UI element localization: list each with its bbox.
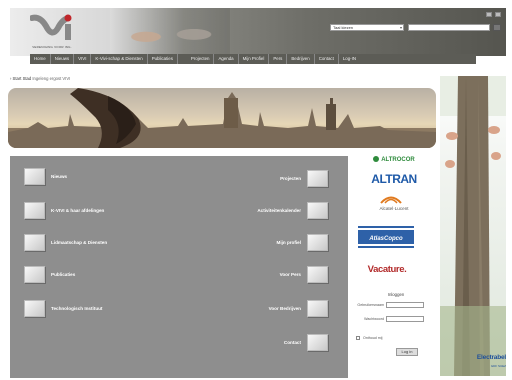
tile-label: Publicaties <box>51 272 76 277</box>
tile-icon <box>307 266 328 283</box>
sponsor-vacature[interactable]: Vacature. <box>354 264 420 275</box>
nav-bedrijven[interactable]: Bedrijven <box>287 54 315 64</box>
tile-nieuws[interactable]: Nieuws <box>24 168 67 185</box>
tile-technologisch-instituut[interactable]: Technologisch Instituut <box>24 300 102 317</box>
tile-kvivi-afdelingen[interactable]: K-VIVI & haar afdelingen <box>24 202 104 219</box>
nav-publicaties[interactable]: Publicaties <box>148 54 178 64</box>
city-skyline-illustration <box>8 88 436 148</box>
breadcrumb: › Start Stad Ingeleng ergost VIVI <box>10 76 70 81</box>
remember-label: Onthoud mij <box>363 336 383 340</box>
skyscraper-ad[interactable] <box>440 76 506 376</box>
tile-label: Technologisch Instituut <box>51 306 103 311</box>
tile-icon <box>24 202 45 219</box>
password-field[interactable] <box>386 316 424 322</box>
altrocor-logo-icon <box>373 156 380 163</box>
tile-lidmaatschap[interactable]: Lidmaatschap & Diensten <box>24 234 107 251</box>
password-row: Wachtwoord <box>352 316 438 322</box>
username-row: Gebruikersnaam <box>352 302 438 308</box>
tile-label: Lidmaatschap & Diensten <box>51 240 108 245</box>
breadcrumb-current: Ingeleng ergost VIVI <box>32 76 71 81</box>
sponsor-alcatel[interactable]: Alcatel·Lucent <box>356 206 432 211</box>
tile-label: Voor Pers <box>279 272 301 277</box>
login-title: Inloggen <box>387 292 405 297</box>
nav-login[interactable]: Log-IN <box>339 54 360 64</box>
tile-icon <box>307 202 328 219</box>
sponsor-altrocor[interactable]: ALTROCOR <box>356 154 432 166</box>
print-icon[interactable] <box>495 12 501 17</box>
nav-nieuws[interactable]: Nieuws <box>51 54 75 64</box>
logo-caption: VERENIGING VOOR ING. <box>32 45 72 49</box>
language-select-value: Taal kiezen <box>333 25 354 30</box>
remember-me[interactable]: Onthoud mij <box>356 336 382 340</box>
username-label: Gebruikersnaam <box>357 303 384 307</box>
tile-icon <box>307 170 328 187</box>
nav-contact[interactable]: Contact <box>315 54 339 64</box>
search-button[interactable] <box>493 24 501 31</box>
nav-home[interactable]: Home <box>30 54 51 64</box>
tile-label: Mijn profiel <box>276 240 302 245</box>
nav-mijn-profiel[interactable]: Mijn Profiel <box>239 54 270 64</box>
alcatel-logo-icon <box>380 196 402 204</box>
tile-icon <box>307 334 328 351</box>
remember-checkbox[interactable] <box>356 336 360 340</box>
tile-contact[interactable]: Contact <box>284 334 328 351</box>
hero-banner <box>8 88 436 148</box>
sponsor-column: ALTROCOR ALTRAN Alcatel·Lucent AtlasCopc… <box>350 150 438 380</box>
nav-pers[interactable]: Pers <box>269 54 288 64</box>
login-button[interactable]: Log in <box>396 348 418 356</box>
tile-icon <box>24 168 45 185</box>
tile-icon <box>24 234 45 251</box>
tile-icon <box>24 266 45 283</box>
language-select[interactable]: Taal kiezen ▾ <box>330 24 404 31</box>
chevron-down-icon: ▾ <box>399 25 402 30</box>
tile-icon <box>307 300 328 317</box>
tile-icon <box>24 300 45 317</box>
sponsor-name: ALTROCOR <box>381 157 415 163</box>
nav-vivi[interactable]: VIVI <box>74 54 92 64</box>
portal-menu-panel: Nieuws K-VIVI & haar afdelingen Lidmaats… <box>10 156 348 378</box>
sitemap-icon[interactable] <box>486 12 492 17</box>
nav-agenda[interactable]: Agenda <box>214 54 239 64</box>
sponsor-altran[interactable]: ALTRAN <box>356 172 432 186</box>
tile-label: K-VIVI & haar afdelingen <box>51 208 105 213</box>
tile-label: Voor Bedrijven <box>268 306 301 311</box>
breadcrumb-home[interactable]: › Start Stad <box>10 76 31 81</box>
electrabel-tagline: GDF SUEZ <box>490 364 506 368</box>
tile-label: Projecten <box>280 176 301 181</box>
tile-mijn-profiel[interactable]: Mijn profiel <box>276 234 328 251</box>
tile-label: Activiteitenkalender <box>257 208 301 213</box>
nav-lidmaatschap[interactable]: K-Vivi-schap & Diensten <box>91 54 148 64</box>
site-logo[interactable]: VERENIGING VOOR ING. <box>24 14 80 54</box>
nav-projecten[interactable]: Projecten <box>187 54 215 64</box>
tile-publicaties[interactable]: Publicaties <box>24 266 75 283</box>
tile-icon <box>307 234 328 251</box>
logo-mark-icon <box>30 14 72 40</box>
username-field[interactable] <box>386 302 424 308</box>
header-photo <box>110 8 230 56</box>
tile-activiteitenkalender[interactable]: Activiteitenkalender <box>257 202 328 219</box>
tile-voor-bedrijven[interactable]: Voor Bedrijven <box>269 300 328 317</box>
main-nav: Home Nieuws VIVI K-Vivi-schap & Diensten… <box>30 54 476 64</box>
site-header: VERENIGING VOOR ING. Taal kiezen ▾ <box>10 8 506 56</box>
sponsor-atlascopco[interactable]: AtlasCopco <box>358 228 414 246</box>
tile-label: Nieuws <box>51 174 68 179</box>
tree-illustration <box>440 76 506 376</box>
tile-projecten[interactable]: Projecten <box>280 170 328 187</box>
password-label: Wachtwoord <box>364 317 384 321</box>
electrabel-logo[interactable]: Electrabel <box>448 354 506 361</box>
tile-label: Contact <box>283 340 301 345</box>
tile-voor-pers[interactable]: Voor Pers <box>280 266 328 283</box>
search-input[interactable] <box>408 24 490 31</box>
